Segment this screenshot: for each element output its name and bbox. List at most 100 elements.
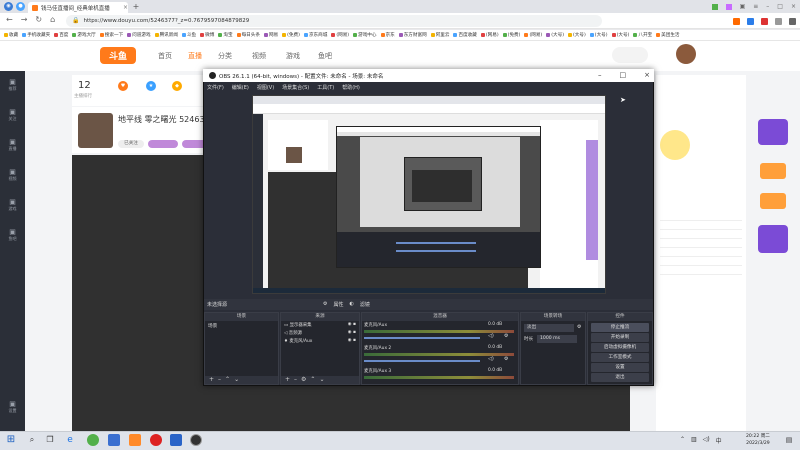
extension-icon[interactable]	[761, 17, 768, 25]
douyu-search[interactable]	[612, 47, 648, 63]
gear-icon[interactable]: ⚙	[577, 324, 581, 330]
app-icon[interactable]	[129, 434, 141, 446]
rail-item[interactable]: ▣ 关注	[4, 108, 21, 124]
obs-taskbar-icon[interactable]	[190, 434, 202, 446]
lock-icon[interactable]: ▪	[353, 338, 356, 343]
move-up-icon[interactable]: ⌃	[225, 376, 230, 384]
close-icon[interactable]: ×	[644, 72, 650, 79]
bookmark-item[interactable]: 搜索一下	[99, 32, 123, 38]
start-recording-button[interactable]: 开始录制	[591, 333, 649, 342]
fan-badge[interactable]	[148, 140, 178, 148]
add-icon[interactable]: +	[209, 376, 214, 384]
bookmark-item[interactable]: 收藏	[4, 32, 18, 38]
virtual-camera-button[interactable]: 启动虚拟摄像机	[591, 343, 649, 352]
bookmark-item[interactable]: 京东	[380, 32, 395, 38]
rail-item[interactable]: ▣ 游戏	[4, 198, 21, 214]
minimize-icon[interactable]: –	[598, 72, 602, 79]
add-icon[interactable]: +	[285, 376, 290, 384]
user-avatar[interactable]	[676, 44, 696, 64]
follow-icon[interactable]: ♥	[118, 81, 128, 91]
bookmark-item[interactable]: 斗鱼	[181, 32, 196, 38]
douyu-nav-item[interactable]: 分类	[218, 51, 232, 61]
mute-icon[interactable]: ◁)	[488, 356, 494, 362]
bookmark-item[interactable]: (免费)	[502, 32, 520, 38]
exit-button[interactable]: 退出	[591, 373, 649, 382]
obs-menu-item[interactable]: 文件(F)	[207, 84, 224, 91]
bookmark-item[interactable]: 阿里云	[430, 32, 449, 38]
studio-mode-button[interactable]: 工作室模式	[591, 353, 649, 362]
scene-item[interactable]: 场景	[205, 321, 278, 331]
bookmark-item[interactable]: 淘宝	[218, 32, 233, 38]
bookmark-item[interactable]: 问道游戏	[127, 32, 151, 38]
bookmark-item[interactable]: (免费)	[282, 32, 300, 38]
new-tab-icon[interactable]: +	[132, 3, 140, 11]
bookmark-item[interactable]: (大号)	[589, 32, 608, 38]
menu-icon[interactable]: ≡	[753, 3, 758, 10]
obs-menu-item[interactable]: 帮助(H)	[342, 84, 360, 91]
task-view-icon[interactable]: ❐	[44, 434, 56, 446]
rail-item[interactable]: ▣ 视频	[4, 168, 21, 184]
bookmark-item[interactable]: (大号)	[546, 32, 564, 38]
badge-icon[interactable]: ◆	[172, 81, 182, 91]
eye-icon[interactable]: ◉	[348, 322, 352, 327]
extension-icon[interactable]	[733, 17, 740, 25]
home-icon[interactable]: ⌂	[50, 16, 55, 24]
anchor-avatar[interactable]	[78, 113, 113, 148]
move-down-icon[interactable]: ⌄	[319, 376, 324, 384]
new-tab-page-icon[interactable]: ●	[16, 2, 25, 11]
obs-menu-item[interactable]: 场景集合(S)	[282, 84, 309, 91]
maximize-icon[interactable]: □	[620, 72, 627, 79]
search-icon[interactable]: ⌕	[26, 434, 38, 446]
douyu-logo[interactable]: 斗鱼	[100, 47, 136, 64]
clock[interactable]: 20:22 周二 2022/3/29	[746, 433, 770, 447]
app-icon[interactable]	[150, 434, 162, 446]
settings-button[interactable]: 设置	[591, 363, 649, 372]
duration-input[interactable]: 1000 ms	[537, 335, 577, 343]
rail-item[interactable]: ▣ 设置	[4, 400, 21, 416]
gear-icon[interactable]: ⚙	[301, 376, 306, 384]
volume-slider[interactable]	[364, 337, 480, 339]
bookmark-item[interactable]: 美团生活	[656, 32, 680, 38]
bookmark-item[interactable]: 百度收藏	[453, 32, 477, 38]
browser-menu-icon[interactable]: ◉	[4, 2, 13, 11]
move-up-icon[interactable]: ⌃	[310, 376, 315, 384]
eye-icon[interactable]: ◉	[348, 338, 352, 343]
volume-slider[interactable]	[364, 360, 480, 362]
douyu-nav-item[interactable]: 视频	[252, 51, 266, 61]
edge-icon[interactable]: e	[64, 434, 76, 446]
settings-icon[interactable]	[789, 17, 796, 25]
filters-icon[interactable]: ◐	[350, 302, 354, 307]
filters-button[interactable]: 滤镜	[360, 301, 370, 308]
extension-icon[interactable]	[747, 17, 754, 25]
gear-icon[interactable]: ⚙	[504, 356, 508, 362]
app-icon[interactable]	[87, 434, 99, 446]
bookmark-item[interactable]: 每日头条	[236, 32, 260, 38]
lock-icon[interactable]: ▪	[353, 330, 356, 335]
extension-icon[interactable]	[711, 3, 718, 10]
minimize-icon[interactable]: –	[766, 3, 769, 10]
extension-icon[interactable]	[725, 3, 732, 10]
fans-icon[interactable]: ★	[146, 81, 156, 91]
bookmark-item[interactable]: (大号)	[568, 32, 586, 38]
volume-icon[interactable]: ◁)	[703, 436, 710, 445]
obs-menu-item[interactable]: 编辑(E)	[232, 84, 249, 91]
eye-icon[interactable]: ◉	[348, 330, 352, 335]
tray-up-icon[interactable]: ⌃	[680, 436, 685, 445]
bookmark-item[interactable]: 网易	[263, 32, 278, 38]
douyu-nav-item[interactable]: 首页	[158, 51, 172, 61]
address-bar[interactable]: 🔒 https://www.douyu.com/5246377?_z=0.767…	[66, 15, 602, 27]
close-icon[interactable]: ×	[791, 3, 796, 10]
notification-icon[interactable]: ▤	[784, 434, 794, 446]
bookmark-item[interactable]: 京东商城	[303, 32, 327, 38]
mute-icon[interactable]: ◁)	[488, 333, 494, 339]
rail-item[interactable]: ▣ 鱼吧	[4, 228, 21, 244]
bookmark-item[interactable]: (网易)	[480, 32, 499, 38]
bookmark-item[interactable]: 八开宝	[633, 32, 652, 38]
tab-douyu[interactable]: 钱马佳直播间_经典单机直播 ×	[28, 2, 128, 13]
source-item[interactable]: ▭ 显示器采集 ◉ ▪	[281, 321, 359, 329]
obs-menu-item[interactable]: 工具(T)	[317, 84, 334, 91]
follow-button[interactable]: 已关注	[118, 140, 144, 148]
bookmark-item[interactable]: 手机收藏夹	[22, 32, 50, 38]
bookmark-item[interactable]: 百度	[54, 32, 68, 38]
maximize-icon[interactable]: □	[777, 3, 783, 10]
